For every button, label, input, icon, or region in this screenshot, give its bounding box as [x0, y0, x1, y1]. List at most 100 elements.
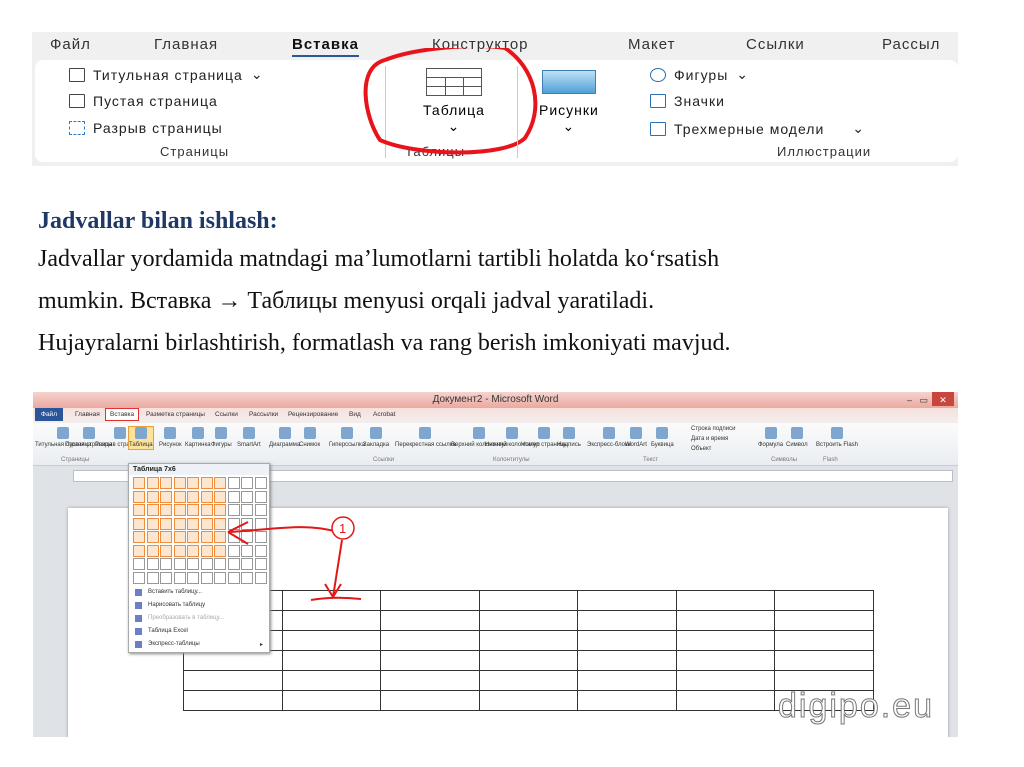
table-cell[interactable]: [478, 690, 578, 711]
dropdown-menu-item[interactable]: Экспресс-таблицы ▸: [129, 638, 269, 651]
maximize-button[interactable]: ▭: [919, 392, 928, 408]
table-cell[interactable]: [478, 630, 578, 651]
grid-cell[interactable]: [200, 571, 213, 584]
grid-cell[interactable]: [146, 517, 159, 530]
table-cell[interactable]: [281, 690, 381, 711]
word-button[interactable]: Рисунок: [159, 427, 182, 449]
table-cell[interactable]: [774, 610, 874, 631]
table-cell[interactable]: [183, 650, 283, 671]
tab-home[interactable]: Главная: [154, 36, 218, 53]
word-small-button[interactable]: Дата и время: [691, 436, 728, 442]
shapes-button[interactable]: Фигуры ⌄: [650, 66, 749, 83]
grid-cell[interactable]: [173, 571, 186, 584]
word-button[interactable]: Гиперссылка: [329, 427, 365, 449]
grid-cell[interactable]: [133, 531, 145, 543]
close-button[interactable]: ✕: [932, 392, 954, 406]
table-cell[interactable]: [281, 630, 381, 651]
table-cell[interactable]: [380, 630, 480, 651]
grid-cell[interactable]: [254, 490, 267, 503]
word-tab-page-layout[interactable]: Разметка страницы: [146, 411, 205, 418]
grid-cell[interactable]: [254, 477, 267, 489]
grid-cell[interactable]: [160, 544, 172, 557]
pictures-button[interactable]: Рисунки ⌄: [539, 70, 599, 135]
tab-file[interactable]: Файл: [50, 36, 91, 53]
tab-insert[interactable]: Вставка: [292, 36, 359, 57]
table-cell[interactable]: [675, 590, 775, 611]
table-cell[interactable]: [675, 690, 775, 711]
grid-cell[interactable]: [200, 504, 213, 516]
table-cell[interactable]: [675, 630, 775, 651]
word-button[interactable]: Закладка: [363, 427, 389, 449]
grid-cell[interactable]: [187, 531, 199, 543]
tab-references[interactable]: Ссылки: [746, 36, 805, 53]
word-button[interactable]: Формула: [758, 427, 783, 449]
grid-cell[interactable]: [187, 571, 199, 584]
grid-cell[interactable]: [160, 517, 172, 530]
table-cell[interactable]: [577, 650, 677, 671]
table-cell[interactable]: [577, 590, 677, 611]
dropdown-menu-item[interactable]: Таблица Excel: [129, 625, 269, 638]
tab-mailings[interactable]: Рассыл: [882, 36, 940, 53]
table-cell[interactable]: [281, 610, 381, 631]
grid-cell[interactable]: [133, 517, 145, 530]
grid-cell[interactable]: [133, 490, 145, 503]
grid-cell[interactable]: [214, 477, 226, 489]
table-cell[interactable]: [478, 610, 578, 631]
table-cell[interactable]: [380, 670, 480, 691]
word-button[interactable]: Буквица: [651, 427, 674, 449]
table-cell[interactable]: [675, 610, 775, 631]
grid-cell[interactable]: [214, 490, 226, 503]
word-button[interactable]: WordArt: [625, 427, 647, 449]
word-tab-references[interactable]: Ссылки: [215, 411, 238, 418]
word-button[interactable]: Фигуры: [211, 427, 232, 449]
word-button[interactable]: Встроить Flash: [816, 427, 858, 449]
grid-cell[interactable]: [146, 477, 159, 489]
table-cell[interactable]: [478, 590, 578, 611]
table-cell[interactable]: [380, 610, 480, 631]
word-button[interactable]: Картинка: [185, 427, 211, 449]
word-button[interactable]: Таблица: [128, 426, 154, 450]
grid-cell[interactable]: [133, 558, 145, 570]
word-button[interactable]: Диаграмма: [269, 427, 300, 449]
grid-cell[interactable]: [241, 490, 253, 503]
grid-cell[interactable]: [227, 490, 240, 503]
grid-cell[interactable]: [187, 517, 199, 530]
table-cell[interactable]: [183, 670, 283, 691]
word-button[interactable]: Надпись: [557, 427, 581, 449]
blank-page-button[interactable]: Пустая страница: [69, 93, 218, 109]
grid-cell[interactable]: [241, 477, 253, 489]
cover-page-button[interactable]: Титульная страница ⌄: [69, 66, 264, 83]
grid-cell[interactable]: [160, 504, 172, 516]
grid-cell[interactable]: [173, 490, 186, 503]
word-tab-acrobat[interactable]: Acrobat: [373, 411, 395, 418]
minimize-button[interactable]: –: [907, 392, 912, 408]
word-tab-review[interactable]: Рецензирование: [288, 411, 338, 418]
table-cell[interactable]: [577, 670, 677, 691]
table-cell[interactable]: [774, 650, 874, 671]
table-cell[interactable]: [281, 650, 381, 671]
table-cell[interactable]: [281, 670, 381, 691]
grid-cell[interactable]: [227, 477, 240, 489]
grid-cell[interactable]: [160, 571, 172, 584]
grid-cell[interactable]: [200, 517, 213, 530]
grid-cell[interactable]: [200, 531, 213, 543]
table-cell[interactable]: [675, 650, 775, 671]
grid-cell[interactable]: [200, 544, 213, 557]
grid-cell[interactable]: [173, 544, 186, 557]
word-small-button[interactable]: Объект: [691, 446, 711, 452]
grid-cell[interactable]: [200, 490, 213, 503]
grid-cell[interactable]: [200, 558, 213, 570]
word-button[interactable]: Символ: [786, 427, 808, 449]
grid-cell[interactable]: [146, 490, 159, 503]
word-tab-home[interactable]: Главная: [75, 411, 100, 418]
grid-cell[interactable]: [173, 558, 186, 570]
table-cell[interactable]: [577, 690, 677, 711]
table-cell[interactable]: [675, 670, 775, 691]
grid-cell[interactable]: [173, 504, 186, 516]
grid-cell[interactable]: [187, 490, 199, 503]
grid-cell[interactable]: [187, 477, 199, 489]
grid-cell[interactable]: [187, 558, 199, 570]
table-cell[interactable]: [577, 630, 677, 651]
word-button[interactable]: Перекрестная ссылка: [395, 427, 456, 449]
grid-cell[interactable]: [146, 531, 159, 543]
